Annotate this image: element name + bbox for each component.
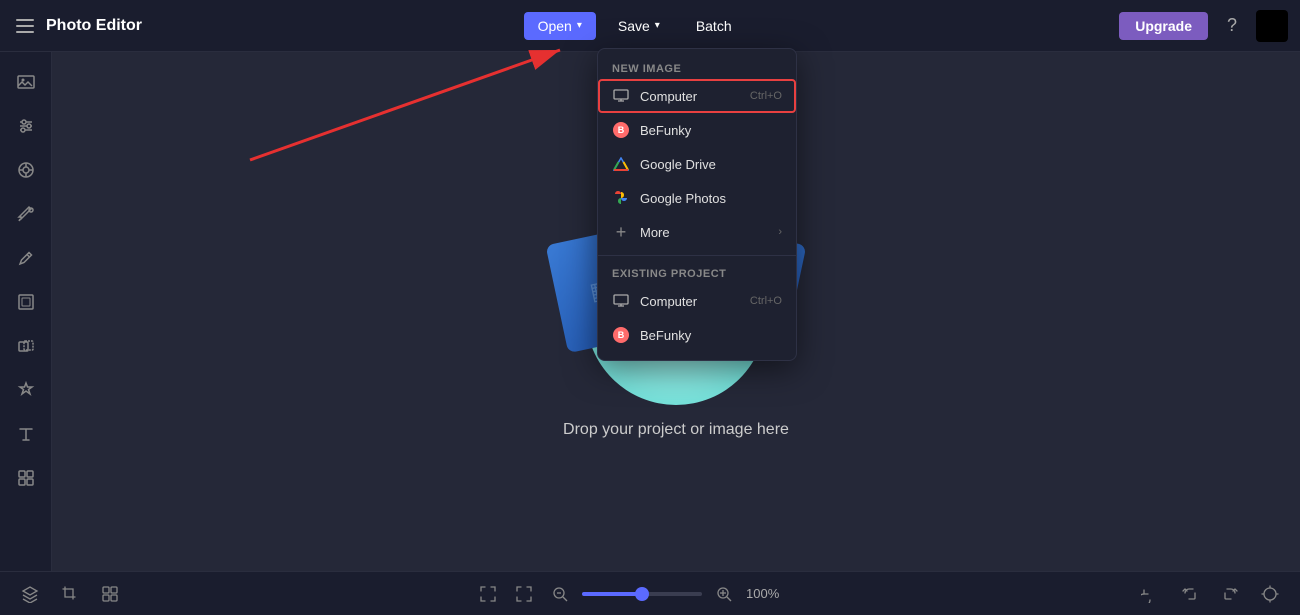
more-label: More [640,225,768,240]
bottom-right-tools [1136,580,1284,608]
sidebar-item-graphics[interactable] [6,458,46,498]
sidebar-item-stickers[interactable] [6,370,46,410]
sidebar-item-adjustments[interactable] [6,106,46,146]
sidebar [0,52,52,571]
avatar[interactable] [1256,10,1288,42]
befunky-icon: B [612,121,630,139]
fit-screen-icon[interactable] [474,580,502,608]
more-arrow-icon: › [778,226,782,238]
new-from-gdrive[interactable]: Google Drive [598,147,796,181]
sidebar-item-overlays[interactable] [6,326,46,366]
existing-computer-icon [612,292,630,310]
fill-screen-icon[interactable] [510,580,538,608]
draw-icon [16,248,36,268]
open-chevron-icon: ▾ [577,20,582,31]
sidebar-item-draw[interactable] [6,238,46,278]
existing-computer-shortcut: Ctrl+O [750,295,782,307]
new-from-befunky[interactable]: B BeFunky [598,113,796,147]
app-title: Photo Editor [46,17,142,35]
save-chevron-icon: ▾ [655,20,660,31]
sidebar-item-image[interactable] [6,62,46,102]
computer-shortcut: Ctrl+O [750,90,782,102]
gphotos-icon [612,189,630,207]
sidebar-item-frames[interactable] [6,282,46,322]
image-icon [16,72,36,92]
existing-befunky-label: BeFunky [640,328,782,343]
graphics-icon [16,468,36,488]
existing-from-befunky[interactable]: B BeFunky [598,318,796,352]
zoom-out-button[interactable] [546,580,574,608]
zoom-percentage: 100% [746,586,786,601]
zoom-controls: 100% [474,580,786,608]
gdrive-label: Google Drive [640,157,782,172]
existing-computer-label: Computer [640,294,740,309]
header: Photo Editor Open ▾ Save ▾ Batch Upgrade… [0,0,1300,52]
overlays-icon [16,336,36,356]
stickers-icon [16,380,36,400]
bottom-left-tools [16,580,124,608]
sidebar-item-touchup[interactable] [6,194,46,234]
new-from-computer-label: Computer [640,89,740,104]
computer-icon [612,87,630,105]
reset-icon[interactable] [1256,580,1284,608]
redo-icon[interactable] [1216,580,1244,608]
save-button[interactable]: Save ▾ [604,12,674,40]
help-icon: ? [1227,15,1237,36]
bottombar: 100% [0,571,1300,615]
more-sources[interactable]: + More › [598,215,796,249]
new-from-computer[interactable]: Computer Ctrl+O [598,79,796,113]
new-image-header: New Image [598,57,796,79]
befunky-label: BeFunky [640,123,782,138]
menu-divider [598,255,796,256]
frames-icon [16,292,36,312]
plus-icon: + [612,223,630,241]
sidebar-item-text[interactable] [6,414,46,454]
crop-icon[interactable] [56,580,84,608]
zoom-slider[interactable] [582,592,702,596]
zoom-in-button[interactable] [710,580,738,608]
gphotos-label: Google Photos [640,191,782,206]
effects-icon [16,160,36,180]
layers-icon[interactable] [16,580,44,608]
upgrade-button[interactable]: Upgrade [1119,12,1208,40]
batch-button[interactable]: Batch [682,12,746,40]
open-dropdown: New Image Computer Ctrl+O B BeFunky Goog… [597,48,797,361]
gdrive-icon [612,155,630,173]
existing-from-computer[interactable]: Computer Ctrl+O [598,284,796,318]
sidebar-item-effects[interactable] [6,150,46,190]
drop-text: Drop your project or image here [563,421,789,439]
help-button[interactable]: ? [1216,10,1248,42]
existing-project-header: Existing Project [598,262,796,284]
undo-icon[interactable] [1176,580,1204,608]
undo-history-icon[interactable] [1136,580,1164,608]
open-button[interactable]: Open ▾ [524,12,596,40]
existing-befunky-icon: B [612,326,630,344]
grid-icon[interactable] [96,580,124,608]
hamburger-menu[interactable] [12,15,38,37]
adjustments-icon [16,116,36,136]
new-from-gphotos[interactable]: Google Photos [598,181,796,215]
text-icon [16,424,36,444]
touchup-icon [16,204,36,224]
